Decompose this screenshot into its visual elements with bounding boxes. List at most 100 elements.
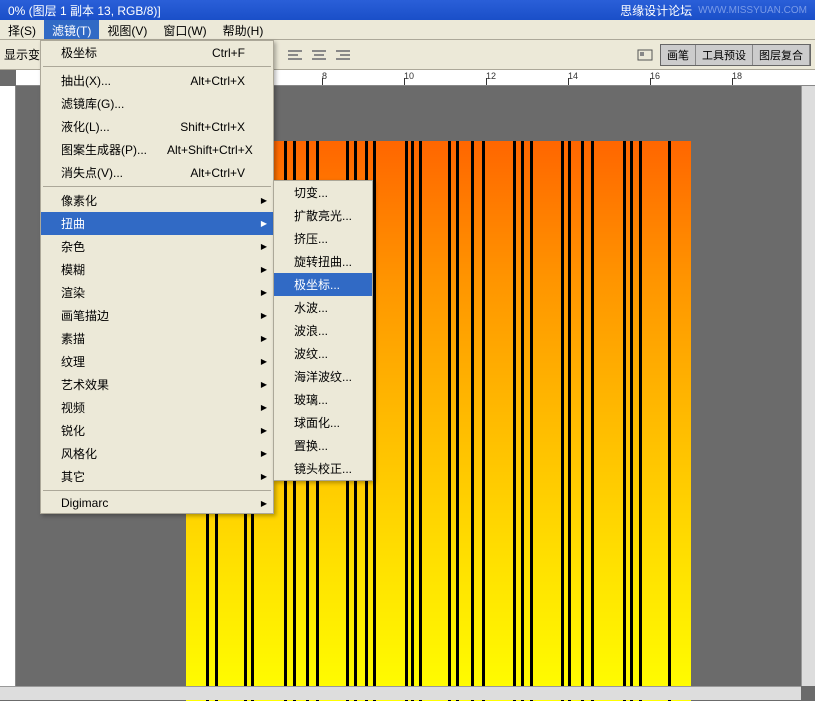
menu-filter[interactable]: 滤镜(T) bbox=[44, 20, 99, 39]
menu-item[interactable]: 锐化 bbox=[41, 419, 273, 442]
menu-item-label: Digimarc bbox=[61, 496, 108, 510]
menu-item[interactable]: 扭曲 bbox=[41, 212, 273, 235]
submenu-item-label: 挤压... bbox=[294, 230, 328, 247]
menu-item[interactable]: 模糊 bbox=[41, 258, 273, 281]
menu-item-label: 渲染 bbox=[61, 284, 85, 301]
menu-shortcut: Shift+Ctrl+X bbox=[180, 120, 245, 134]
submenu-item[interactable]: 水波... bbox=[274, 296, 372, 319]
menu-item[interactable]: 其它 bbox=[41, 465, 273, 488]
menu-item[interactable]: 消失点(V)... Alt+Ctrl+V bbox=[41, 161, 273, 184]
submenu-item-label: 置换... bbox=[294, 437, 328, 454]
menu-item[interactable]: 滤镜库(G)... bbox=[41, 92, 273, 115]
submenu-item-label: 海洋波纹... bbox=[294, 368, 352, 385]
palette-icon[interactable] bbox=[634, 44, 656, 66]
menu-item-label: 消失点(V)... bbox=[61, 164, 123, 181]
menu-item-label: 锐化 bbox=[61, 422, 85, 439]
menu-item-label: 画笔描边 bbox=[61, 307, 109, 324]
gradient-stripe bbox=[642, 141, 668, 701]
submenu-item[interactable]: 极坐标... bbox=[274, 273, 372, 296]
tab-brushes[interactable]: 画笔 bbox=[661, 45, 696, 65]
tab-tool-presets[interactable]: 工具预设 bbox=[696, 45, 753, 65]
menu-select[interactable]: 择(S) bbox=[0, 20, 44, 39]
submenu-item[interactable]: 旋转扭曲... bbox=[274, 250, 372, 273]
menu-item-label: 抽出(X)... bbox=[61, 72, 111, 89]
ruler-mark: 16 bbox=[650, 71, 660, 81]
vertical-ruler bbox=[0, 86, 16, 700]
menu-item-label: 滤镜库(G)... bbox=[61, 95, 124, 112]
gradient-stripe bbox=[626, 141, 630, 701]
horizontal-scrollbar[interactable] bbox=[0, 686, 801, 700]
menu-item-label: 素描 bbox=[61, 330, 85, 347]
menu-view[interactable]: 视图(V) bbox=[99, 20, 155, 39]
gradient-stripe bbox=[485, 141, 513, 701]
vertical-scrollbar[interactable] bbox=[801, 86, 815, 686]
submenu-item[interactable]: 扩散亮光... bbox=[274, 204, 372, 227]
menu-item[interactable]: 像素化 bbox=[41, 189, 273, 212]
menu-item-label: 极坐标 bbox=[61, 44, 97, 61]
watermark: WWW.MISSYUAN.COM bbox=[698, 5, 807, 16]
menu-item[interactable]: 液化(L)...Shift+Ctrl+X bbox=[41, 115, 273, 138]
menu-item[interactable]: 风格化 bbox=[41, 442, 273, 465]
menu-item[interactable]: Digimarc bbox=[41, 493, 273, 513]
gradient-stripe bbox=[564, 141, 568, 701]
submenu-item[interactable]: 玻璃... bbox=[274, 388, 372, 411]
submenu-item-label: 镜头校正... bbox=[294, 460, 352, 477]
align-center-icon[interactable] bbox=[308, 44, 330, 66]
submenu-item[interactable]: 球面化... bbox=[274, 411, 372, 434]
gradient-stripe bbox=[516, 141, 521, 701]
gradient-stripe bbox=[584, 141, 591, 701]
menu-item-label: 风格化 bbox=[61, 445, 97, 462]
menu-item[interactable]: 艺术效果 bbox=[41, 373, 273, 396]
submenu-item[interactable]: 镜头校正... bbox=[274, 457, 372, 480]
align-left-icon[interactable] bbox=[284, 44, 306, 66]
menu-shortcut: Alt+Shift+Ctrl+X bbox=[167, 143, 253, 157]
menu-item[interactable]: 图案生成器(P)... Alt+Shift+Ctrl+X bbox=[41, 138, 273, 161]
ruler-mark: 10 bbox=[404, 71, 414, 81]
submenu-item[interactable]: 切变... bbox=[274, 181, 372, 204]
menu-item[interactable]: 抽出(X)...Alt+Ctrl+X bbox=[41, 69, 273, 92]
submenu-item[interactable]: 置换... bbox=[274, 434, 372, 457]
ruler-mark: 18 bbox=[732, 71, 742, 81]
menu-item[interactable]: 纹理 bbox=[41, 350, 273, 373]
filter-menu: 极坐标 Ctrl+F 抽出(X)...Alt+Ctrl+X 滤镜库(G)... 液化(L… bbox=[40, 40, 274, 514]
document-title: 0% (图层 1 副本 13, RGB/8)] bbox=[8, 2, 161, 19]
submenu-item-label: 波纹... bbox=[294, 345, 328, 362]
menu-item[interactable]: 画笔描边 bbox=[41, 304, 273, 327]
tab-layer-comps[interactable]: 图层复合 bbox=[753, 45, 810, 65]
menu-item-label: 模糊 bbox=[61, 261, 85, 278]
ruler-mark: 12 bbox=[486, 71, 496, 81]
menu-item-label: 其它 bbox=[61, 468, 85, 485]
submenu-item-label: 球面化... bbox=[294, 414, 340, 431]
gradient-stripe bbox=[414, 141, 419, 701]
menu-item-label: 图案生成器(P)... bbox=[61, 141, 147, 158]
menu-help[interactable]: 帮助(H) bbox=[215, 20, 272, 39]
submenu-item-label: 扩散亮光... bbox=[294, 207, 352, 224]
submenu-item-label: 波浪... bbox=[294, 322, 328, 339]
submenu-item[interactable]: 海洋波纹... bbox=[274, 365, 372, 388]
menu-window[interactable]: 窗口(W) bbox=[155, 20, 214, 39]
submenu-item[interactable]: 波纹... bbox=[274, 342, 372, 365]
menu-item[interactable]: 视频 bbox=[41, 396, 273, 419]
gradient-stripe bbox=[571, 141, 581, 701]
gradient-stripe bbox=[524, 141, 530, 701]
submenu-item-label: 切变... bbox=[294, 184, 328, 201]
menu-item-label: 艺术效果 bbox=[61, 376, 109, 393]
menu-item[interactable]: 素描 bbox=[41, 327, 273, 350]
gradient-stripe bbox=[671, 141, 691, 701]
submenu-item[interactable]: 挤压... bbox=[274, 227, 372, 250]
forum-name: 思缘设计论坛 bbox=[620, 2, 692, 19]
gradient-stripe bbox=[533, 141, 561, 701]
gradient-stripe bbox=[451, 141, 456, 701]
menu-item[interactable]: 渲染 bbox=[41, 281, 273, 304]
menu-item-label: 杂色 bbox=[61, 238, 85, 255]
gradient-stripe bbox=[474, 141, 482, 701]
menu-shortcut: Ctrl+F bbox=[212, 46, 245, 60]
titlebar: 0% (图层 1 副本 13, RGB/8)] 思缘设计论坛 WWW.MISSY… bbox=[0, 0, 815, 20]
align-right-icon[interactable] bbox=[332, 44, 354, 66]
menu-item[interactable]: 极坐标 Ctrl+F bbox=[41, 41, 273, 64]
menu-item[interactable]: 杂色 bbox=[41, 235, 273, 258]
gradient-stripe bbox=[408, 141, 411, 701]
menubar: 择(S) 滤镜(T) 视图(V) 窗口(W) 帮助(H) bbox=[0, 20, 815, 40]
submenu-item[interactable]: 波浪... bbox=[274, 319, 372, 342]
menu-shortcut: Alt+Ctrl+V bbox=[190, 166, 245, 180]
